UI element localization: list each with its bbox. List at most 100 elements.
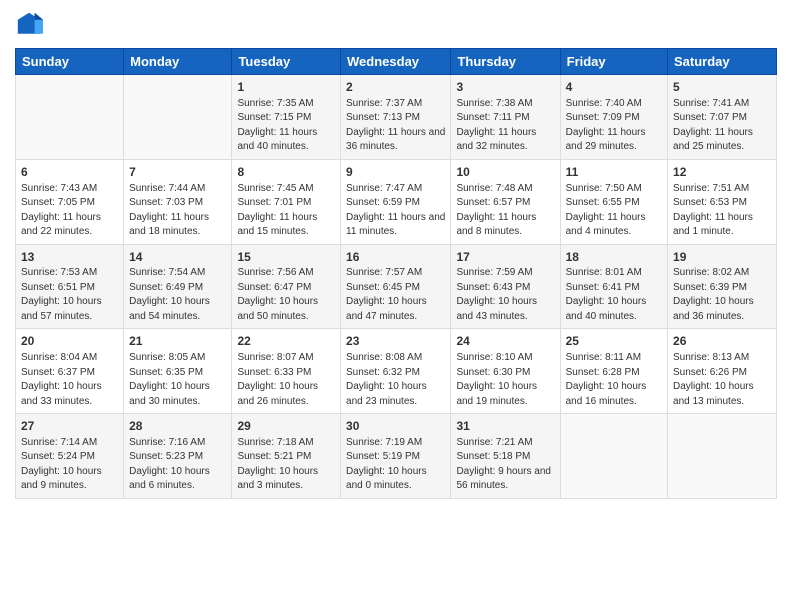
day-number: 29: [237, 418, 335, 435]
cell-content: Sunrise: 7:56 AM Sunset: 6:47 PM Dayligh…: [237, 266, 335, 324]
calendar-cell: 1Sunrise: 7:35 AM Sunset: 7:15 PM Daylig…: [232, 75, 341, 160]
cell-content: Sunrise: 7:18 AM Sunset: 5:21 PM Dayligh…: [237, 436, 335, 494]
day-number: 5: [673, 79, 771, 96]
calendar-cell: 10Sunrise: 7:48 AM Sunset: 6:57 PM Dayli…: [451, 159, 560, 244]
weekday-header-wednesday: Wednesday: [341, 49, 451, 75]
day-number: 9: [346, 164, 445, 181]
cell-content: Sunrise: 7:44 AM Sunset: 7:03 PM Dayligh…: [129, 182, 226, 240]
cell-content: Sunrise: 8:11 AM Sunset: 6:28 PM Dayligh…: [566, 351, 662, 409]
day-number: 2: [346, 79, 445, 96]
calendar-cell: 20Sunrise: 8:04 AM Sunset: 6:37 PM Dayli…: [16, 329, 124, 414]
calendar-cell: 31Sunrise: 7:21 AM Sunset: 5:18 PM Dayli…: [451, 414, 560, 499]
day-number: 24: [456, 333, 554, 350]
day-number: 28: [129, 418, 226, 435]
cell-content: Sunrise: 7:43 AM Sunset: 7:05 PM Dayligh…: [21, 182, 118, 240]
cell-content: Sunrise: 7:40 AM Sunset: 7:09 PM Dayligh…: [566, 97, 662, 155]
calendar-cell: 17Sunrise: 7:59 AM Sunset: 6:43 PM Dayli…: [451, 244, 560, 329]
day-number: 27: [21, 418, 118, 435]
calendar-week-1: 6Sunrise: 7:43 AM Sunset: 7:05 PM Daylig…: [16, 159, 777, 244]
calendar-week-0: 1Sunrise: 7:35 AM Sunset: 7:15 PM Daylig…: [16, 75, 777, 160]
day-number: 31: [456, 418, 554, 435]
calendar-cell: [124, 75, 232, 160]
cell-content: Sunrise: 7:37 AM Sunset: 7:13 PM Dayligh…: [346, 97, 445, 155]
cell-content: Sunrise: 7:59 AM Sunset: 6:43 PM Dayligh…: [456, 266, 554, 324]
day-number: 14: [129, 249, 226, 266]
cell-content: Sunrise: 7:45 AM Sunset: 7:01 PM Dayligh…: [237, 182, 335, 240]
cell-content: Sunrise: 7:16 AM Sunset: 5:23 PM Dayligh…: [129, 436, 226, 494]
calendar-cell: 11Sunrise: 7:50 AM Sunset: 6:55 PM Dayli…: [560, 159, 667, 244]
cell-content: Sunrise: 7:51 AM Sunset: 6:53 PM Dayligh…: [673, 182, 771, 240]
calendar-body: 1Sunrise: 7:35 AM Sunset: 7:15 PM Daylig…: [16, 75, 777, 499]
cell-content: Sunrise: 8:08 AM Sunset: 6:32 PM Dayligh…: [346, 351, 445, 409]
day-number: 7: [129, 164, 226, 181]
calendar-cell: 3Sunrise: 7:38 AM Sunset: 7:11 PM Daylig…: [451, 75, 560, 160]
day-number: 17: [456, 249, 554, 266]
calendar-cell: [16, 75, 124, 160]
logo-icon: [15, 10, 43, 38]
cell-content: Sunrise: 7:57 AM Sunset: 6:45 PM Dayligh…: [346, 266, 445, 324]
cell-content: Sunrise: 8:13 AM Sunset: 6:26 PM Dayligh…: [673, 351, 771, 409]
day-number: 13: [21, 249, 118, 266]
calendar-cell: 14Sunrise: 7:54 AM Sunset: 6:49 PM Dayli…: [124, 244, 232, 329]
cell-content: Sunrise: 7:14 AM Sunset: 5:24 PM Dayligh…: [21, 436, 118, 494]
cell-content: Sunrise: 7:47 AM Sunset: 6:59 PM Dayligh…: [346, 182, 445, 240]
weekday-header-friday: Friday: [560, 49, 667, 75]
day-number: 1: [237, 79, 335, 96]
day-number: 26: [673, 333, 771, 350]
day-number: 8: [237, 164, 335, 181]
page: SundayMondayTuesdayWednesdayThursdayFrid…: [0, 0, 792, 612]
day-number: 30: [346, 418, 445, 435]
day-number: 11: [566, 164, 662, 181]
calendar-cell: 9Sunrise: 7:47 AM Sunset: 6:59 PM Daylig…: [341, 159, 451, 244]
cell-content: Sunrise: 7:35 AM Sunset: 7:15 PM Dayligh…: [237, 97, 335, 155]
cell-content: Sunrise: 8:04 AM Sunset: 6:37 PM Dayligh…: [21, 351, 118, 409]
day-number: 12: [673, 164, 771, 181]
cell-content: Sunrise: 8:05 AM Sunset: 6:35 PM Dayligh…: [129, 351, 226, 409]
logo: [15, 14, 47, 42]
calendar-cell: 16Sunrise: 7:57 AM Sunset: 6:45 PM Dayli…: [341, 244, 451, 329]
calendar-cell: 29Sunrise: 7:18 AM Sunset: 5:21 PM Dayli…: [232, 414, 341, 499]
day-number: 10: [456, 164, 554, 181]
calendar-cell: 22Sunrise: 8:07 AM Sunset: 6:33 PM Dayli…: [232, 329, 341, 414]
cell-content: Sunrise: 7:50 AM Sunset: 6:55 PM Dayligh…: [566, 182, 662, 240]
weekday-header-sunday: Sunday: [16, 49, 124, 75]
calendar-cell: 15Sunrise: 7:56 AM Sunset: 6:47 PM Dayli…: [232, 244, 341, 329]
cell-content: Sunrise: 7:38 AM Sunset: 7:11 PM Dayligh…: [456, 97, 554, 155]
day-number: 19: [673, 249, 771, 266]
calendar-cell: 21Sunrise: 8:05 AM Sunset: 6:35 PM Dayli…: [124, 329, 232, 414]
header: [15, 10, 777, 42]
day-number: 16: [346, 249, 445, 266]
weekday-header-monday: Monday: [124, 49, 232, 75]
calendar-header: SundayMondayTuesdayWednesdayThursdayFrid…: [16, 49, 777, 75]
day-number: 20: [21, 333, 118, 350]
day-number: 23: [346, 333, 445, 350]
day-number: 21: [129, 333, 226, 350]
calendar-cell: [560, 414, 667, 499]
cell-content: Sunrise: 8:02 AM Sunset: 6:39 PM Dayligh…: [673, 266, 771, 324]
cell-content: Sunrise: 7:21 AM Sunset: 5:18 PM Dayligh…: [456, 436, 554, 494]
weekday-header-thursday: Thursday: [451, 49, 560, 75]
cell-content: Sunrise: 7:53 AM Sunset: 6:51 PM Dayligh…: [21, 266, 118, 324]
day-number: 18: [566, 249, 662, 266]
calendar-cell: 26Sunrise: 8:13 AM Sunset: 6:26 PM Dayli…: [668, 329, 777, 414]
day-number: 22: [237, 333, 335, 350]
calendar-cell: 7Sunrise: 7:44 AM Sunset: 7:03 PM Daylig…: [124, 159, 232, 244]
calendar-cell: 6Sunrise: 7:43 AM Sunset: 7:05 PM Daylig…: [16, 159, 124, 244]
calendar-cell: 27Sunrise: 7:14 AM Sunset: 5:24 PM Dayli…: [16, 414, 124, 499]
calendar-cell: 2Sunrise: 7:37 AM Sunset: 7:13 PM Daylig…: [341, 75, 451, 160]
calendar-cell: 30Sunrise: 7:19 AM Sunset: 5:19 PM Dayli…: [341, 414, 451, 499]
day-number: 4: [566, 79, 662, 96]
day-number: 3: [456, 79, 554, 96]
calendar-cell: 23Sunrise: 8:08 AM Sunset: 6:32 PM Dayli…: [341, 329, 451, 414]
calendar-cell: 25Sunrise: 8:11 AM Sunset: 6:28 PM Dayli…: [560, 329, 667, 414]
weekday-header-saturday: Saturday: [668, 49, 777, 75]
weekday-header-tuesday: Tuesday: [232, 49, 341, 75]
cell-content: Sunrise: 7:54 AM Sunset: 6:49 PM Dayligh…: [129, 266, 226, 324]
cell-content: Sunrise: 8:07 AM Sunset: 6:33 PM Dayligh…: [237, 351, 335, 409]
calendar-cell: [668, 414, 777, 499]
calendar-cell: 13Sunrise: 7:53 AM Sunset: 6:51 PM Dayli…: [16, 244, 124, 329]
calendar-week-2: 13Sunrise: 7:53 AM Sunset: 6:51 PM Dayli…: [16, 244, 777, 329]
day-number: 15: [237, 249, 335, 266]
calendar-cell: 12Sunrise: 7:51 AM Sunset: 6:53 PM Dayli…: [668, 159, 777, 244]
calendar-cell: 4Sunrise: 7:40 AM Sunset: 7:09 PM Daylig…: [560, 75, 667, 160]
